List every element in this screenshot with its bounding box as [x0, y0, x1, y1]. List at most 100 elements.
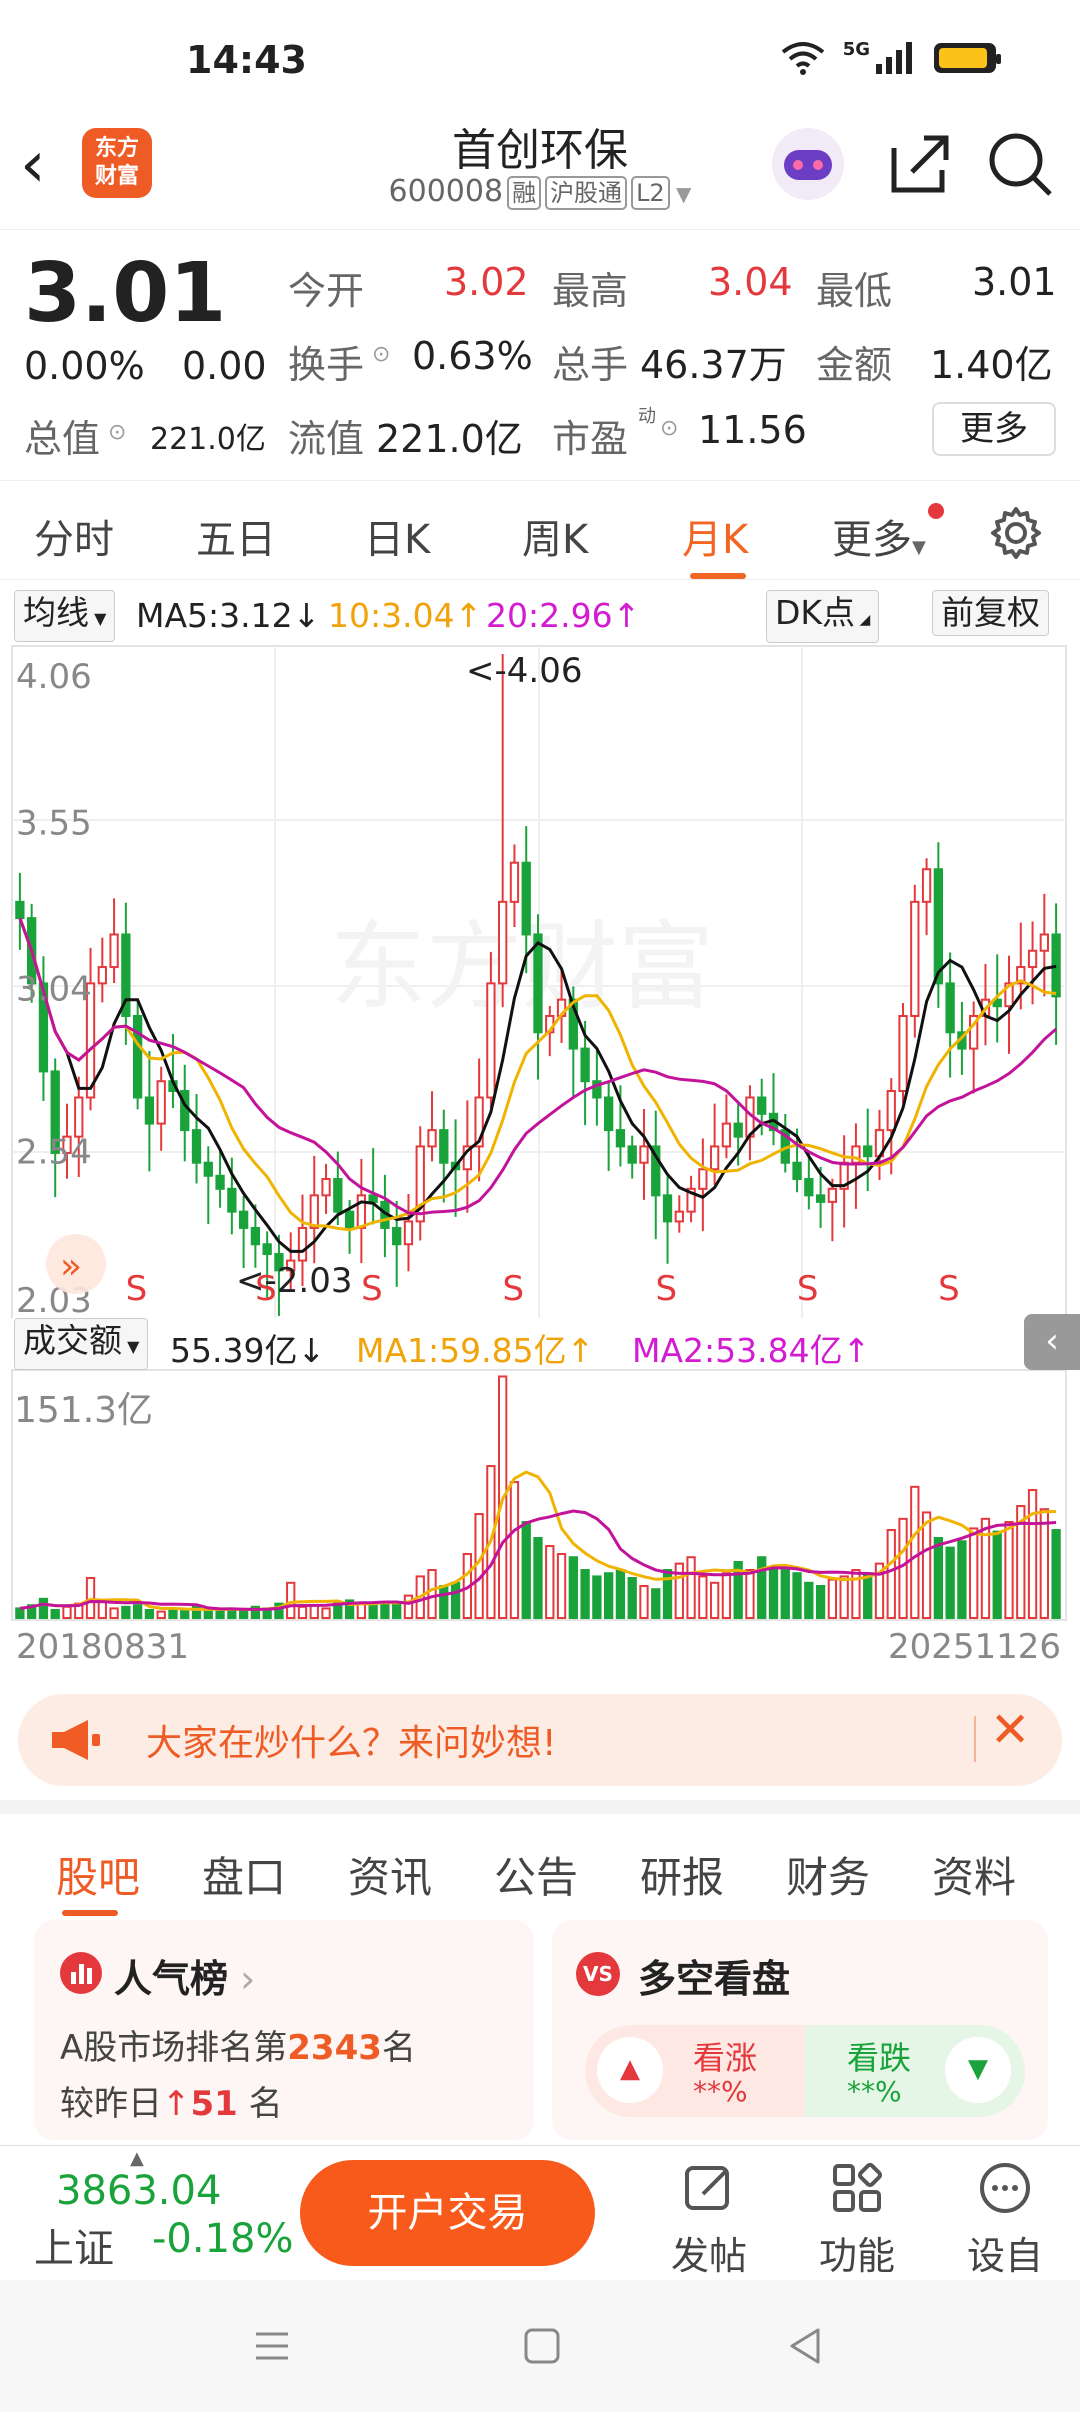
candle-body [627, 1145, 637, 1164]
popularity-card[interactable]: 人气榜 › A股市场排名第2343名 较昨日↑51 名 [34, 1920, 534, 2140]
volume-bar [62, 1605, 72, 1620]
volume-bar [910, 1485, 920, 1620]
candle-body [333, 1178, 343, 1213]
volume-bar [686, 1556, 696, 1619]
candle-body [792, 1161, 802, 1181]
volume-bar [427, 1569, 437, 1620]
tab-monthly-k[interactable]: 月K [682, 507, 748, 565]
candle-body [910, 900, 920, 1017]
share-icon[interactable] [882, 126, 958, 202]
volume-bar [780, 1569, 790, 1620]
collapse-panel-button[interactable]: ‹ [1024, 1314, 1080, 1370]
ai-assistant-icon[interactable] [770, 126, 846, 202]
volume-bar [1051, 1529, 1061, 1619]
volume-bar [38, 1597, 49, 1619]
back-icon[interactable]: ‹ [20, 128, 46, 202]
indicator-selector[interactable]: 均线 ▼ [14, 590, 116, 642]
candle-body [827, 1187, 838, 1203]
info-icon[interactable]: ⊙ [660, 416, 678, 441]
tab-daily-k[interactable]: 日K [364, 507, 430, 565]
tab-profile[interactable]: 资料 [932, 1844, 1016, 1905]
y-axis-label: 3.04 [16, 970, 92, 1010]
tab-forum[interactable]: 股吧 [56, 1844, 140, 1905]
tab-intraday[interactable]: 分时 [34, 507, 114, 565]
candle-body [392, 1226, 402, 1246]
volume-bar [97, 1601, 107, 1620]
market-cap-label: 总值 [24, 417, 101, 461]
index-change[interactable]: -0.18% [152, 2216, 294, 2262]
volume-bar [921, 1511, 932, 1619]
menu-icon[interactable] [252, 2326, 292, 2366]
dropdown-icon[interactable]: ▼ [670, 182, 691, 206]
volume-bar [521, 1521, 531, 1620]
candle-body [109, 933, 119, 969]
index-value[interactable]: 3863.04 [56, 2168, 221, 2214]
adjustment-button[interactable]: 前复权 [932, 590, 1049, 636]
turnover-label: 换手 [288, 343, 365, 387]
up-arrow-icon: ▲ [597, 2037, 663, 2103]
info-icon[interactable]: ⊙ [108, 420, 126, 445]
sell-signal-label: S [126, 1269, 148, 1309]
info-icon[interactable]: ⊙ [372, 342, 390, 367]
kline-chart[interactable]: 东方财富 SSSSSSS 4.063.553.042.542.03 <-4.06… [0, 640, 1080, 1660]
last-price: 3.01 [24, 246, 227, 341]
l2-tag: L2 [631, 176, 670, 210]
candle-body [439, 1129, 449, 1164]
search-icon[interactable] [982, 126, 1058, 202]
bull-bear-title: 多空看盘 [638, 1957, 791, 2001]
tab-five-day[interactable]: 五日 [196, 507, 276, 565]
close-icon[interactable]: ✕ [990, 1702, 1030, 1758]
ask-text: 大家在炒什么？来问妙想! [146, 1723, 557, 1764]
volume-bar [804, 1581, 814, 1620]
bearish-vote-button[interactable]: 看跌 **% ▼ [805, 2025, 1025, 2117]
home-icon[interactable] [522, 2326, 562, 2366]
tab-announcements[interactable]: 公告 [494, 1844, 578, 1905]
volume-selector[interactable]: 成交额 ▼ [14, 1318, 149, 1370]
volume-bar [721, 1572, 732, 1619]
pe-dynamic-mark: 动 [638, 406, 656, 427]
clock: 14:43 [186, 38, 307, 82]
index-caret-icon[interactable]: ▲ [130, 2148, 144, 2169]
rank-change: 较昨日↑51 名 [60, 2084, 283, 2124]
tab-financials[interactable]: 财务 [786, 1844, 870, 1905]
volume-bar [792, 1572, 802, 1619]
candle-body [97, 966, 107, 985]
volume-indicator-bar: 成交额 ▼ 55.39亿↓ MA1:59.85亿↑ MA2:53.84亿↑ ‹ [0, 1314, 1080, 1370]
amount-value: 1.40亿 [930, 343, 1053, 387]
volume-bar [180, 1609, 190, 1619]
bullish-vote-button[interactable]: ▲ 看涨 **% [585, 2025, 805, 2117]
volume-bar [144, 1609, 155, 1619]
settings-gear-icon[interactable] [988, 505, 1044, 561]
ma-indicator-bar: 均线 ▼ MA5:3.12↓ 10:3.04↑ 20:2.96↑ DK点 ◢ 前… [0, 588, 1080, 643]
expand-arrows-icon[interactable]: » [60, 1246, 82, 1287]
ask-banner[interactable]: 大家在炒什么？来问妙想! ✕ [18, 1694, 1062, 1786]
candle-body [156, 1080, 166, 1125]
open-account-button[interactable]: 开户交易 [300, 2160, 595, 2266]
change-percent: 0.00% [24, 344, 145, 388]
volume-bar [215, 1610, 225, 1619]
candle-body [1039, 933, 1049, 952]
tab-more[interactable]: 更多▼ [832, 503, 944, 565]
candle-body [144, 1096, 155, 1125]
ma5-value: MA5:3.12↓ [136, 596, 321, 635]
volume-value: 46.37万 [640, 343, 787, 387]
index-name[interactable]: 上证 [34, 2216, 114, 2274]
post-button[interactable]: 发帖 [654, 2160, 764, 2280]
candle-body [886, 1089, 896, 1132]
back-nav-icon[interactable] [786, 2326, 826, 2366]
vs-icon: VS [576, 1952, 620, 1996]
tab-weekly-k[interactable]: 周K [522, 507, 588, 565]
candle-body [1027, 949, 1038, 969]
candle-body [309, 1194, 319, 1229]
candle-body [898, 1014, 908, 1092]
open-label: 今开 [288, 269, 365, 313]
volume-ma1: MA1:59.85亿↑ [356, 1331, 595, 1370]
network-label: 5G [842, 38, 870, 60]
dk-point-button[interactable]: DK点 ◢ [766, 590, 880, 643]
tab-research[interactable]: 研报 [640, 1844, 724, 1905]
functions-button[interactable]: 功能 [802, 2160, 912, 2280]
tab-news[interactable]: 资讯 [348, 1844, 432, 1905]
tab-order-book[interactable]: 盘口 [202, 1844, 286, 1905]
active-section-indicator [62, 1910, 118, 1916]
more-button[interactable]: 更多 [932, 402, 1056, 456]
